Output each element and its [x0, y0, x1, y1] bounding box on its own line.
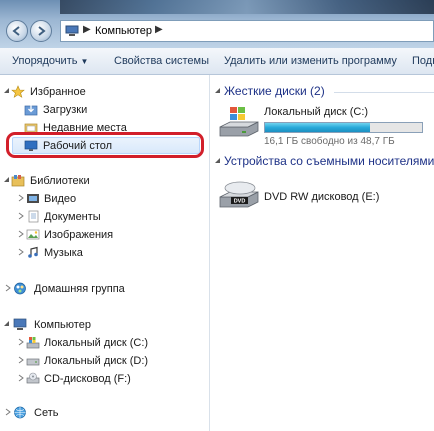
content-pane: Жесткие диски (2) Локальный диск (C:) 16… [210, 75, 434, 431]
group-removable-title: Устройства со съемными носителями [224, 154, 434, 168]
command-bar: Упорядочить ▼ Свойства системы Удалить ил… [0, 48, 434, 75]
collapsed-arrow-icon[interactable] [4, 408, 12, 416]
computer-icon [65, 25, 79, 36]
drive-c-usage-fill [265, 123, 371, 132]
expanded-arrow-icon[interactable] [3, 320, 11, 328]
collapsed-arrow-icon[interactable] [17, 212, 25, 220]
documents-library-icon [28, 210, 39, 223]
group-hard-drives-title: Жесткие диски (2) [224, 84, 325, 98]
nav-network[interactable]: Сеть [0, 404, 209, 422]
group-divider [334, 92, 434, 93]
nav-computer-label: Компьютер [34, 319, 91, 331]
forward-arrow-icon [38, 26, 46, 36]
nav-documents[interactable]: Документы [0, 208, 209, 226]
expanded-arrow-icon[interactable] [3, 176, 11, 184]
star-icon [11, 85, 25, 98]
nav-videos-label: Видео [44, 193, 77, 205]
navigation-pane: Избранное Загрузки Недавние места Рабочи… [0, 75, 210, 431]
background-strip [60, 0, 434, 14]
nav-documents-label: Документы [44, 211, 101, 223]
nav-network-label: Сеть [34, 407, 59, 419]
nav-computer[interactable]: Компьютер [0, 316, 209, 334]
nav-homegroup[interactable]: Домашняя группа [0, 280, 209, 298]
system-drive-icon [219, 107, 259, 137]
hard-drive-icon [26, 358, 40, 366]
collapsed-arrow-icon[interactable] [17, 248, 25, 256]
collapsed-arrow-icon[interactable] [17, 230, 25, 238]
system-properties-button[interactable]: Свойства системы [114, 55, 209, 67]
group-removable[interactable]: Устройства со съемными носителями [210, 152, 434, 170]
title-bar: ▶ Компьютер ▶ [0, 0, 434, 48]
music-library-icon [28, 246, 38, 258]
nav-homegroup-label: Домашняя группа [34, 283, 125, 295]
drive-c-free-space: 16,1 ГБ свободно из 48,7 ГБ [264, 136, 395, 147]
pictures-library-icon [26, 229, 40, 240]
nav-drive-d-label: Локальный диск (D:) [44, 355, 149, 367]
nav-cd-drive-label: CD-дисковод (F:) [44, 373, 131, 385]
nav-drive-c-label: Локальный диск (C:) [44, 337, 149, 349]
collapsed-arrow-icon[interactable] [17, 356, 25, 364]
nav-drive-d[interactable]: Локальный диск (D:) [0, 352, 209, 370]
drive-c-usage-bar [264, 122, 423, 133]
back-arrow-icon [12, 26, 20, 36]
collapsed-arrow-icon[interactable] [17, 374, 25, 382]
nav-pictures[interactable]: Изображения [0, 226, 209, 244]
computer-icon [13, 318, 27, 330]
drive-c-name: Локальный диск (C:) [264, 106, 369, 118]
downloads-folder-icon [24, 105, 38, 116]
expanded-arrow-icon[interactable] [214, 87, 222, 95]
collapsed-arrow-icon[interactable] [17, 194, 25, 202]
nav-videos[interactable]: Видео [0, 190, 209, 208]
organize-label: Упорядочить [12, 55, 78, 67]
breadcrumb-dropdown-icon[interactable]: ▶ [155, 24, 163, 35]
nav-pictures-label: Изображения [44, 229, 114, 241]
nav-music[interactable]: Музыка [0, 244, 209, 262]
network-icon [14, 406, 26, 419]
collapsed-arrow-icon[interactable] [4, 284, 12, 292]
nav-favorites[interactable]: Избранное [0, 83, 209, 101]
forward-button[interactable] [30, 20, 52, 42]
dvd-logo: DVD [234, 199, 246, 205]
back-button[interactable] [6, 20, 28, 42]
libraries-icon [11, 175, 25, 187]
map-drive-button[interactable]: Подк [412, 55, 434, 67]
nav-favorites-label: Избранное [30, 86, 86, 98]
nav-drive-c[interactable]: Локальный диск (C:) [0, 334, 209, 352]
expanded-arrow-icon[interactable] [3, 87, 11, 95]
homegroup-icon [14, 282, 26, 295]
chevron-down-icon: ▼ [80, 57, 89, 66]
video-library-icon [27, 194, 39, 203]
system-drive-icon [26, 337, 40, 349]
organize-button[interactable]: Упорядочить ▼ [12, 55, 88, 67]
group-hard-drives[interactable]: Жесткие диски (2) [210, 82, 434, 100]
collapsed-arrow-icon[interactable] [17, 338, 25, 346]
nav-cd-drive[interactable]: CD-дисковод (F:) [0, 370, 209, 388]
nav-downloads-label: Загрузки [43, 104, 88, 116]
dvd-drive-icon: DVD [219, 181, 259, 208]
dvd-drive-name: DVD RW дисковод (E:) [264, 191, 380, 203]
nav-libraries[interactable]: Библиотеки [0, 172, 209, 190]
breadcrumb-separator-icon[interactable]: ▶ [83, 24, 91, 35]
nav-music-label: Музыка [44, 247, 83, 259]
address-bar[interactable]: ▶ Компьютер ▶ [60, 20, 434, 42]
red-highlight-annotation [6, 132, 204, 158]
nav-libraries-label: Библиотеки [30, 175, 90, 187]
breadcrumb-computer[interactable]: Компьютер [95, 25, 152, 37]
expanded-arrow-icon[interactable] [214, 157, 222, 165]
cd-drive-icon [26, 372, 40, 384]
uninstall-program-button[interactable]: Удалить или изменить программу [224, 55, 397, 67]
nav-downloads[interactable]: Загрузки [0, 101, 209, 119]
